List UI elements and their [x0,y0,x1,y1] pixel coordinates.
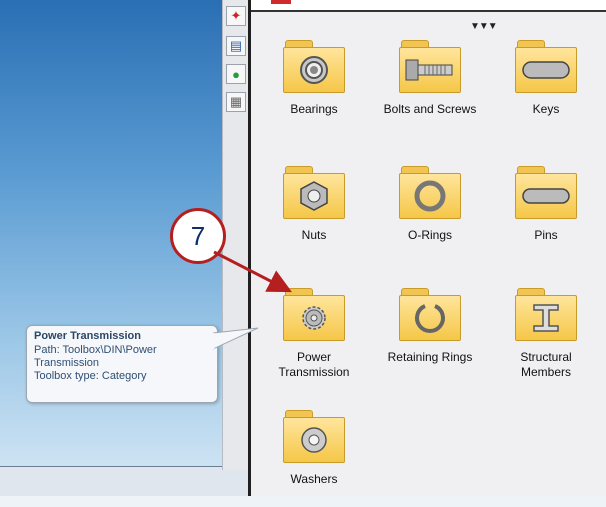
item-label: Bolts and Screws [383,102,477,116]
custom-properties-icon[interactable]: ▦ [226,92,246,112]
toolbox-item-nuts[interactable]: Nuts [256,166,372,243]
toolbox-item-structural-members[interactable]: Structural Members [488,288,604,380]
item-label: Bearings [290,102,338,116]
folder-icon [283,410,345,463]
gear-icon [302,306,326,330]
item-label: Nuts [301,228,327,242]
tooltip-title: Power Transmission [34,330,141,342]
callout-arrow-icon [213,250,293,293]
item-label: Retaining Rings [387,350,473,364]
toolbox-item-pins[interactable]: Pins [488,166,604,243]
toolbox-item-washers[interactable]: Washers [256,410,372,487]
key-icon [522,61,570,79]
task-pane-tabs: ✦ ▤ ● ▦ [222,0,249,470]
folder-icon [515,40,577,93]
toolbox-header-strip [251,0,606,12]
folder-icon [515,288,577,341]
item-label: Structural Members [520,350,572,379]
folder-icon [399,288,461,341]
tooltip-path: Path: Toolbox\DIN\Power Transmission [34,344,157,369]
washer-icon [301,427,327,453]
item-label: O-Rings [407,228,452,242]
tooltip: Power Transmission Path: Toolbox\DIN\Pow… [26,325,218,403]
solidworks-resources-icon[interactable]: ✦ [226,6,246,26]
folder-icon [283,166,345,219]
bolt-icon [405,59,453,81]
pin-icon [522,188,570,204]
i-beam-icon [533,304,559,332]
tooltip-tail-icon [213,327,259,350]
item-label: Pins [534,228,558,242]
tooltip-type: Toolbox type: Category [34,370,147,382]
design-library-icon[interactable]: ▤ [226,36,246,56]
toolbox-item-keys[interactable]: Keys [488,40,604,117]
retaining-ring-icon [415,304,445,333]
feature-tree-bottom-bar [0,466,248,497]
item-label: Power Transmission [278,350,350,379]
toolbox-item-o-rings[interactable]: O-Rings [372,166,488,243]
folder-icon [399,166,461,219]
nut-icon [300,181,328,211]
o-ring-icon [414,180,446,212]
collapse-handle-icon[interactable]: ▼▼▼ [470,21,498,32]
toolbox-item-bearings[interactable]: Bearings [256,40,372,117]
item-label: Washers [290,472,338,486]
toolbox-item-retaining-rings[interactable]: Retaining Rings [372,288,488,365]
folder-icon [283,40,345,93]
folder-icon [399,40,461,93]
window-bottom-edge [0,496,606,507]
folder-icon [515,166,577,219]
toolbox-item-bolts-and-screws[interactable]: Bolts and Screws [372,40,488,117]
toolbox-item-power-transmission[interactable]: Power Transmission [256,288,372,380]
item-label: Keys [532,102,560,116]
appearances-icon[interactable]: ● [226,64,246,84]
bearing-icon [300,56,328,84]
